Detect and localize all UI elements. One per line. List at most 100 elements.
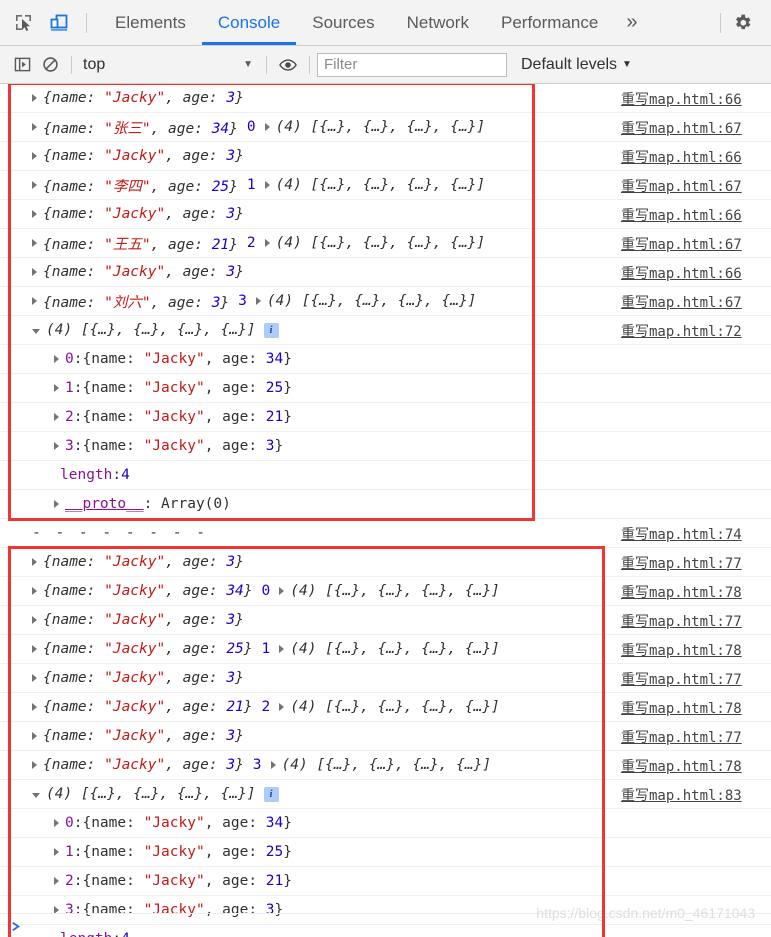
source-link[interactable]: 重写map.html:72: [621, 316, 771, 345]
source-link[interactable]: 重写map.html:66: [621, 142, 771, 171]
console-filter-input[interactable]: [317, 52, 507, 77]
tab-sources[interactable]: Sources: [296, 0, 390, 45]
disclosure-triangle-icon[interactable]: [32, 123, 37, 131]
source-link[interactable]: 重写map.html:66: [621, 258, 771, 287]
source-link[interactable]: 重写map.html:74: [621, 519, 771, 548]
source-link[interactable]: 重写map.html:77: [621, 664, 771, 693]
console-log-row[interactable]: {name: "Jacky", age: 3} 重写map.html:77: [0, 548, 771, 577]
disclosure-triangle-icon[interactable]: [54, 819, 59, 827]
disclosure-triangle-icon[interactable]: [279, 645, 285, 653]
info-icon[interactable]: i: [263, 786, 279, 802]
disclosure-triangle-icon[interactable]: [264, 123, 270, 131]
disclosure-triangle-icon[interactable]: [54, 848, 59, 856]
console-log-row[interactable]: {name: "刘六", age: 3} 3 (4) [{…}, {…}, {…},…: [0, 287, 771, 316]
disclosure-triangle-icon[interactable]: [32, 645, 37, 653]
source-link[interactable]: 重写map.html:78: [621, 635, 771, 664]
disclosure-triangle-icon[interactable]: [279, 703, 285, 711]
source-link[interactable]: 重写map.html:78: [621, 693, 771, 722]
console-log-row[interactable]: 1: {name: "Jacky", age: 25}: [0, 374, 771, 403]
disclosure-triangle-icon[interactable]: [32, 732, 37, 740]
tab-console[interactable]: Console: [201, 0, 297, 45]
disclosure-triangle-icon[interactable]: [32, 94, 37, 102]
disclosure-triangle-icon[interactable]: [279, 587, 285, 595]
execution-context-select[interactable]: top ▼: [79, 53, 259, 77]
disclosure-triangle-icon[interactable]: [54, 355, 59, 363]
console-log-row[interactable]: {name: "Jacky", age: 3} 重写map.html:66: [0, 84, 771, 113]
disclosure-triangle-icon[interactable]: [32, 328, 40, 334]
clear-console-icon[interactable]: [36, 52, 64, 78]
source-link[interactable]: 重写map.html:66: [621, 200, 771, 229]
console-log-row[interactable]: {name: "王五", age: 21} 2 (4) [{…}, {…}, {…}…: [0, 229, 771, 258]
disclosure-triangle-icon[interactable]: [32, 558, 37, 566]
source-link[interactable]: 重写map.html:66: [621, 84, 771, 113]
source-link[interactable]: 重写map.html:67: [621, 287, 771, 316]
console-log-row[interactable]: {name: "Jacky", age: 3} 重写map.html:77: [0, 722, 771, 751]
console-log-row[interactable]: {name: "李四", age: 25} 1 (4) [{…}, {…}, {…}…: [0, 171, 771, 200]
console-log-row[interactable]: 3: {name: "Jacky", age: 3}: [0, 432, 771, 461]
disclosure-triangle-icon[interactable]: [32, 239, 37, 247]
console-log-row[interactable]: (4) [{…}, {…}, {…}, {…}] i 重写map.html:83: [0, 780, 771, 809]
disclosure-triangle-icon[interactable]: [54, 384, 59, 392]
console-log-row[interactable]: {name: "Jacky", age: 3} 重写map.html:77: [0, 664, 771, 693]
device-toolbar-icon[interactable]: [44, 8, 74, 38]
console-log-row[interactable]: 0: {name: "Jacky", age: 34}: [0, 345, 771, 374]
console-log-row[interactable]: 2: {name: "Jacky", age: 21}: [0, 403, 771, 432]
console-log-row[interactable]: __proto__: Array(0): [0, 490, 771, 519]
disclosure-triangle-icon[interactable]: [32, 761, 37, 769]
console-log-row[interactable]: {name: "Jacky", age: 3} 重写map.html:66: [0, 258, 771, 287]
console-sidebar-icon[interactable]: [8, 52, 36, 78]
disclosure-triangle-icon[interactable]: [54, 442, 59, 450]
source-link[interactable]: 重写map.html:78: [621, 751, 771, 780]
console-log-row[interactable]: {name: "Jacky", age: 3} 3 (4) [{…}, {…}, {…: [0, 751, 771, 780]
console-log-row[interactable]: 2: {name: "Jacky", age: 21}: [0, 867, 771, 896]
disclosure-triangle-icon[interactable]: [32, 152, 37, 160]
source-link[interactable]: 重写map.html:67: [621, 171, 771, 200]
gear-icon[interactable]: [727, 8, 757, 38]
console-log-row[interactable]: length: 4: [0, 925, 771, 937]
disclosure-triangle-icon[interactable]: [54, 500, 59, 508]
source-link[interactable]: 重写map.html:77: [621, 548, 771, 577]
disclosure-triangle-icon[interactable]: [54, 413, 59, 421]
disclosure-triangle-icon[interactable]: [32, 210, 37, 218]
live-expression-eye-icon[interactable]: [274, 52, 302, 78]
console-log-row[interactable]: {name: "Jacky", age: 25} 1 (4) [{…}, {…}, …: [0, 635, 771, 664]
disclosure-triangle-icon[interactable]: [264, 181, 270, 189]
disclosure-triangle-icon[interactable]: [32, 792, 40, 798]
console-log-row[interactable]: {name: "Jacky", age: 3} 重写map.html:66: [0, 142, 771, 171]
source-link[interactable]: 重写map.html:83: [621, 780, 771, 809]
log-levels-select[interactable]: Default levels ▼: [521, 56, 632, 74]
console-log-row[interactable]: {name: "Jacky", age: 21} 2 (4) [{…}, {…}, …: [0, 693, 771, 722]
console-log-row[interactable]: {name: "张三", age: 34} 0 (4) [{…}, {…}, {…}…: [0, 113, 771, 142]
console-log-row[interactable]: 0: {name: "Jacky", age: 34}: [0, 809, 771, 838]
disclosure-triangle-icon[interactable]: [32, 674, 37, 682]
source-link[interactable]: 重写map.html:67: [621, 229, 771, 258]
disclosure-triangle-icon[interactable]: [54, 877, 59, 885]
source-link[interactable]: 重写map.html:78: [621, 577, 771, 606]
disclosure-triangle-icon[interactable]: [264, 239, 270, 247]
console-log-row[interactable]: (4) [{…}, {…}, {…}, {…}] i 重写map.html:72: [0, 316, 771, 345]
more-tabs-chevron-icon[interactable]: »: [614, 0, 649, 45]
source-link[interactable]: 重写map.html:67: [621, 113, 771, 142]
disclosure-triangle-icon[interactable]: [32, 181, 37, 189]
console-prompt-icon[interactable]: [10, 920, 23, 933]
inspect-cursor-icon[interactable]: [8, 8, 38, 38]
console-log-row[interactable]: 1: {name: "Jacky", age: 25}: [0, 838, 771, 867]
console-log-area[interactable]: {name: "Jacky", age: 3} 重写map.html:66 {nam…: [0, 84, 771, 937]
info-icon[interactable]: i: [263, 322, 279, 338]
disclosure-triangle-icon[interactable]: [32, 616, 37, 624]
console-log-row[interactable]: {name: "Jacky", age: 3} 重写map.html:77: [0, 606, 771, 635]
tab-elements[interactable]: Elements: [99, 0, 202, 45]
disclosure-triangle-icon[interactable]: [32, 268, 37, 276]
tab-network[interactable]: Network: [391, 0, 485, 45]
console-log-row[interactable]: {name: "Jacky", age: 34} 0 (4) [{…}, {…}, …: [0, 577, 771, 606]
disclosure-triangle-icon[interactable]: [32, 703, 37, 711]
disclosure-triangle-icon[interactable]: [32, 587, 37, 595]
disclosure-triangle-icon[interactable]: [32, 297, 37, 305]
source-link[interactable]: 重写map.html:77: [621, 722, 771, 751]
console-log-row[interactable]: - - - - - - - - 重写map.html:74: [0, 519, 771, 548]
disclosure-triangle-icon[interactable]: [255, 297, 261, 305]
disclosure-triangle-icon[interactable]: [270, 761, 276, 769]
console-log-row[interactable]: length: 4: [0, 461, 771, 490]
console-log-row[interactable]: {name: "Jacky", age: 3} 重写map.html:66: [0, 200, 771, 229]
tab-performance[interactable]: Performance: [485, 0, 614, 45]
